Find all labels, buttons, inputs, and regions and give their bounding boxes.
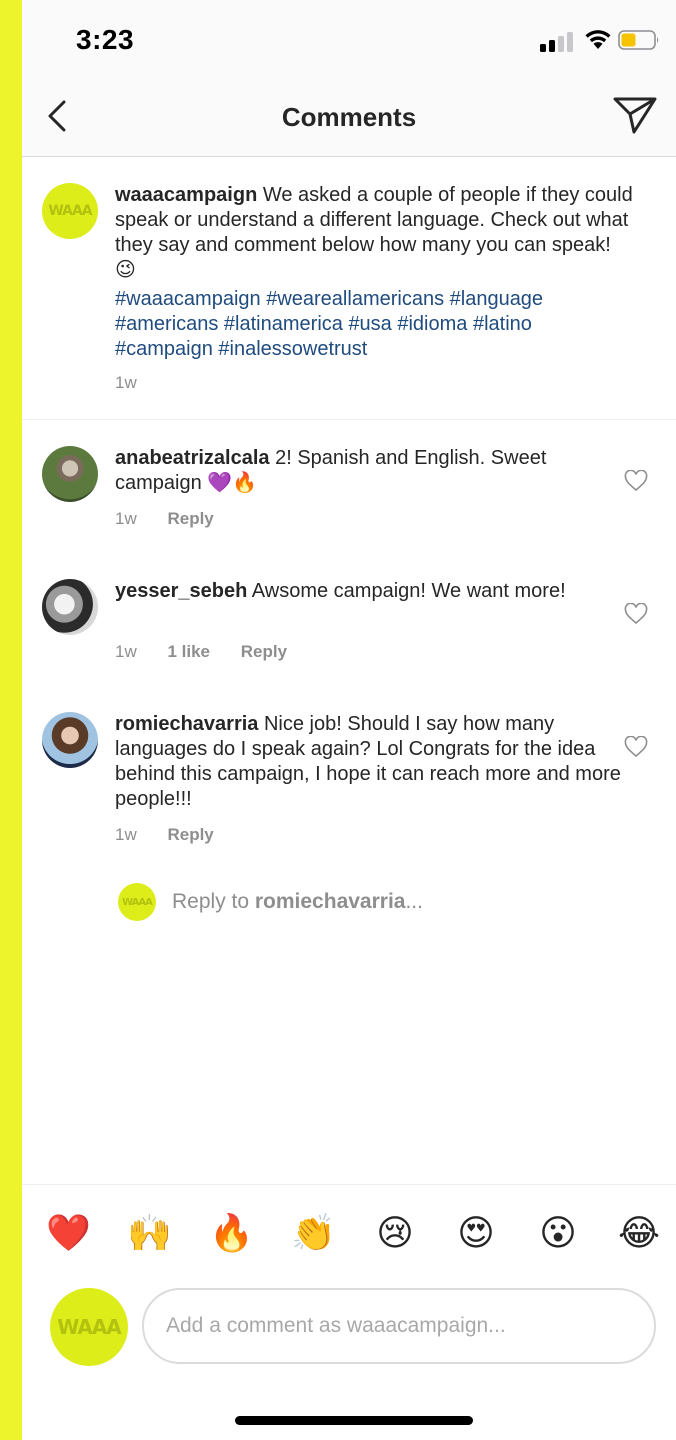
page-title: Comments: [281, 102, 417, 132]
waaa-logo: WAAA: [48, 203, 92, 219]
comment-time: 1w: [115, 825, 137, 844]
comment-item: yesser_sebeh Awsome campaign! We want mo…: [22, 553, 676, 683]
likes-count[interactable]: 1 like: [167, 642, 210, 661]
comment-time: 1w: [115, 509, 137, 528]
avatar[interactable]: WAAA: [42, 183, 98, 239]
hashtags[interactable]: #waaacampaign #weareallamericans #langua…: [115, 287, 635, 362]
waaa-logo: WAAA: [57, 1315, 122, 1339]
comments-screen: 3:23 Comments WAAA waaacampaign We asked…: [22, 0, 676, 1440]
crying-emoji-button[interactable]: 😢: [373, 1211, 417, 1255]
post-caption: WAAA waaacampaign We asked a couple of p…: [22, 157, 676, 419]
reply-button[interactable]: Reply: [241, 642, 287, 661]
reply-to-text[interactable]: Reply to romiechavarria...: [172, 890, 423, 914]
surprised-emoji-button[interactable]: 😮: [536, 1211, 580, 1255]
avatar: WAAA: [50, 1288, 128, 1366]
reply-prompt[interactable]: WAAA Reply to romiechavarria...: [118, 882, 618, 922]
avatar[interactable]: [42, 712, 98, 768]
heart-emoji-button[interactable]: ❤️: [46, 1211, 91, 1255]
comment-text: anabeatrizalcala 2! Spanish and English.…: [115, 446, 635, 496]
comment-time: 1w: [115, 642, 137, 661]
comment-username[interactable]: anabeatrizalcala: [115, 447, 270, 469]
caption-meta: 1w: [115, 373, 163, 393]
reply-button[interactable]: Reply: [167, 509, 213, 528]
comment-meta: 1w Reply: [115, 825, 240, 845]
home-indicator: [235, 1416, 473, 1425]
raised-hands-emoji-button[interactable]: 🙌: [127, 1211, 172, 1255]
avatar[interactable]: [42, 446, 98, 502]
cellular-signal-icon: [540, 30, 576, 52]
avatar: WAAA: [118, 883, 156, 921]
direct-send-icon[interactable]: [612, 94, 658, 136]
comment-composer: WAAA: [22, 1280, 676, 1380]
comment-username[interactable]: yesser_sebeh: [115, 580, 247, 602]
comment-body: Awsome campaign! We want more!: [251, 580, 566, 602]
reply-suffix: ...: [405, 890, 423, 913]
reply-prefix: Reply to: [172, 890, 255, 913]
comment-meta: 1w Reply: [115, 509, 240, 529]
comment-input[interactable]: [142, 1288, 656, 1364]
post-username[interactable]: waaacampaign: [115, 184, 257, 206]
nav-header: Comments: [22, 80, 676, 157]
avatar[interactable]: [42, 579, 98, 635]
comment-item: romiechavarria Nice job! Should I say ho…: [22, 686, 676, 876]
heart-icon[interactable]: [624, 603, 648, 625]
reply-username: romiechavarria: [254, 890, 406, 913]
accent-strip: [0, 0, 22, 1440]
heart-eyes-emoji-button[interactable]: 😍: [454, 1211, 498, 1255]
status-time: 3:23: [76, 24, 135, 55]
comment-meta: 1w 1 like Reply: [115, 642, 313, 662]
clapping-emoji-button[interactable]: 👏: [291, 1211, 336, 1255]
post-time: 1w: [115, 373, 137, 392]
heart-icon[interactable]: [624, 470, 648, 492]
heart-icon[interactable]: [624, 736, 648, 758]
status-bar: 3:23: [22, 0, 676, 80]
emoji-quick-bar: ❤️ 🙌 🔥 👏 😢 😍 😮 😂: [22, 1184, 676, 1281]
comment-text: yesser_sebeh Awsome campaign! We want mo…: [115, 579, 635, 604]
comment-item: anabeatrizalcala 2! Spanish and English.…: [22, 420, 676, 550]
battery-icon: [618, 30, 659, 50]
reply-button[interactable]: Reply: [167, 825, 213, 844]
laughing-emoji-button[interactable]: 😂: [617, 1211, 661, 1255]
fire-emoji-button[interactable]: 🔥: [209, 1211, 254, 1255]
waaa-logo: WAAA: [122, 896, 153, 908]
comment-text: romiechavarria Nice job! Should I say ho…: [115, 712, 635, 812]
wifi-icon: [585, 30, 611, 49]
caption-text: waaacampaign We asked a couple of people…: [115, 183, 635, 362]
comment-username[interactable]: romiechavarria: [115, 713, 258, 735]
